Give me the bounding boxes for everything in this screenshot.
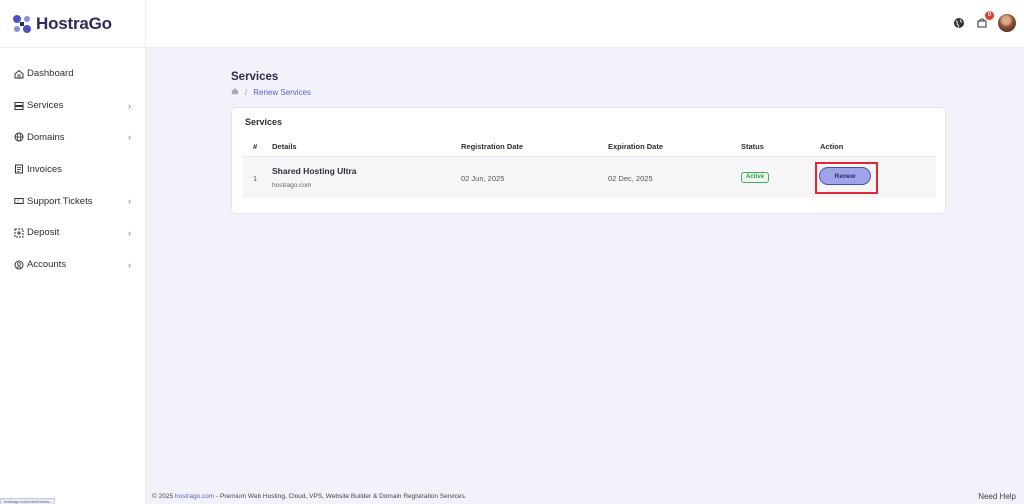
deposit-icon (13, 227, 24, 238)
breadcrumb-separator: / (245, 87, 248, 97)
card-title: Services (245, 117, 283, 127)
column-header-expiration-date: Expiration Date (608, 142, 664, 151)
breadcrumb: / Renew Services (231, 87, 311, 97)
globe-icon[interactable] (952, 16, 966, 30)
chevron-right-icon: › (128, 196, 131, 207)
brand-name: HostraGo (36, 13, 112, 33)
user-circle-icon (13, 259, 24, 270)
ticket-icon (13, 196, 24, 207)
chevron-right-icon: › (128, 259, 131, 270)
sidebar-item-dashboard[interactable]: Dashboard (0, 58, 145, 90)
footer-site-link[interactable]: hostrago.com (175, 493, 214, 500)
home-icon[interactable] (231, 87, 239, 97)
services-card: Services # Details Registration Date Exp… (231, 107, 946, 214)
need-help-link[interactable]: Need Help (978, 492, 1016, 501)
sidebar-item-support-tickets[interactable]: Support Tickets › (0, 185, 145, 217)
topbar: 0 (146, 0, 1024, 48)
sidebar-item-label: Support Tickets (27, 195, 93, 207)
breadcrumb-current[interactable]: Renew Services (253, 88, 311, 97)
registration-date: 02 Jun, 2025 (461, 174, 505, 183)
sidebar-item-invoices[interactable]: Invoices (0, 153, 145, 185)
sidebar-item-domains[interactable]: Domains › (0, 122, 145, 154)
sidebar: HostraGo Dashboard Services › Domains › (0, 0, 146, 504)
sidebar-item-label: Deposit (27, 227, 60, 239)
footer-prefix: © 2025 (152, 493, 175, 500)
sidebar-nav: Dashboard Services › Domains › Invoices (0, 48, 145, 281)
table-row: 1 Shared Hosting Ultra hostrago.com 02 J… (243, 156, 936, 198)
column-header-action: Action (820, 142, 844, 151)
status-badge: Active (741, 172, 770, 183)
column-header-details: Details (272, 142, 297, 151)
cart-icon[interactable]: 0 (975, 11, 994, 30)
sidebar-item-deposit[interactable]: Deposit › (0, 217, 145, 249)
invoice-icon (13, 164, 24, 175)
home-icon (13, 68, 24, 79)
chevron-right-icon: › (128, 100, 131, 111)
browser-status-url: hostrago.com/user/renew... (0, 498, 55, 504)
sidebar-item-label: Services (27, 100, 64, 112)
column-header-index: # (253, 142, 258, 151)
avatar[interactable] (998, 14, 1016, 32)
sidebar-item-label: Dashboard (27, 68, 74, 80)
server-icon (13, 100, 24, 111)
topbar-actions: 0 (943, 11, 1016, 32)
hostrago-logo-icon (13, 14, 31, 33)
sidebar-item-accounts[interactable]: Accounts › (0, 249, 145, 281)
cart-count-badge: 0 (985, 11, 994, 20)
chevron-right-icon: › (128, 227, 131, 238)
service-name: Shared Hosting Ultra (272, 166, 357, 176)
globe-icon (13, 132, 24, 143)
page-title: Services (231, 71, 279, 83)
column-header-registration-date: Registration Date (461, 142, 524, 151)
sidebar-item-label: Invoices (27, 163, 62, 175)
renew-button[interactable]: Renew (819, 167, 871, 185)
footer-suffix: - Premium Web Hosting, Cloud, VPS, Websi… (214, 493, 467, 500)
sidebar-item-label: Domains (27, 131, 65, 143)
row-index: 1 (253, 174, 258, 183)
column-header-status: Status (741, 142, 764, 151)
sidebar-item-label: Accounts (27, 259, 67, 271)
chevron-right-icon: › (128, 132, 131, 143)
footer-copyright: © 2025 hostrago.com - Premium Web Hostin… (152, 493, 467, 500)
expiration-date: 02 Dec, 2025 (608, 174, 653, 183)
sidebar-item-services[interactable]: Services › (0, 90, 145, 122)
brand[interactable]: HostraGo (0, 0, 145, 48)
service-domain: hostrago.com (272, 182, 312, 189)
